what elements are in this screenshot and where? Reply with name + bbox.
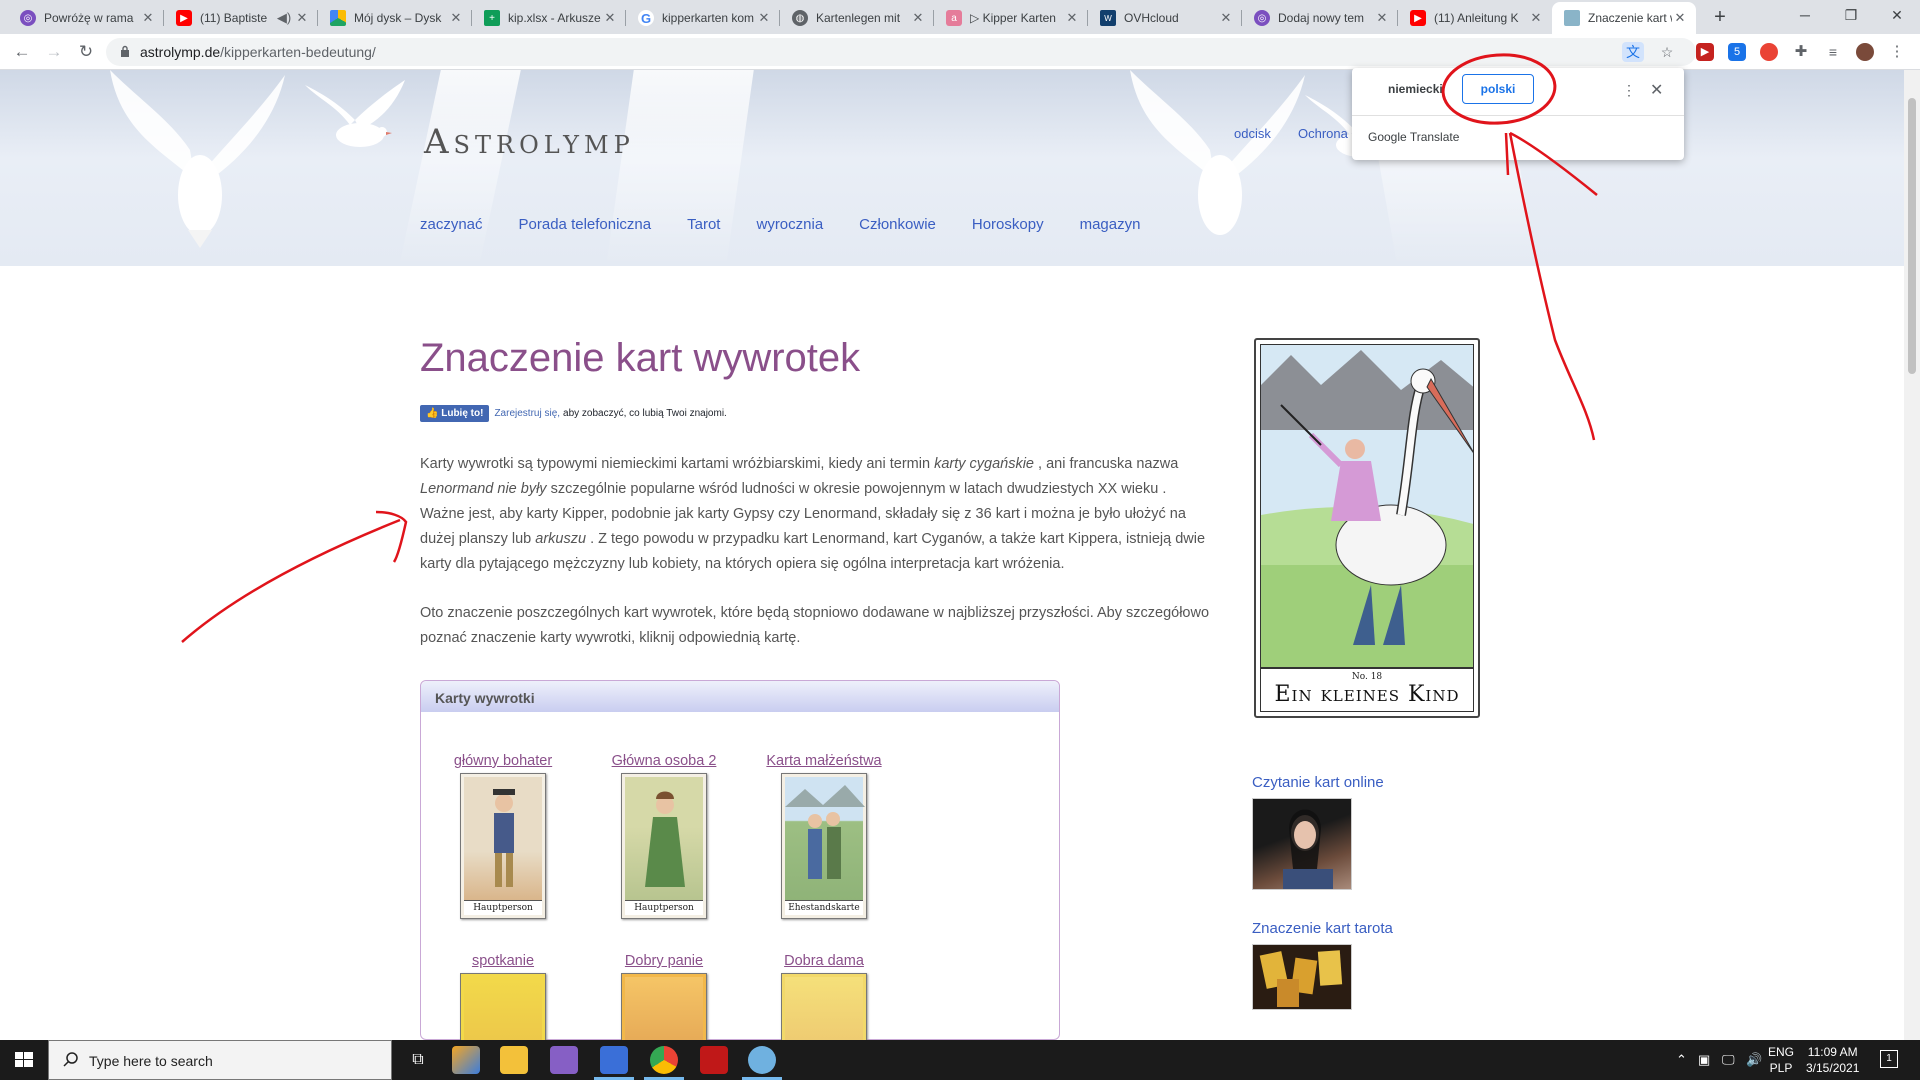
keyboard-layout: PLP [1769, 1061, 1793, 1075]
notification-count: 1 [1886, 1053, 1892, 1064]
app-icon[interactable] [700, 1046, 728, 1074]
task-view-icon[interactable]: ⧉ [404, 1046, 432, 1074]
meet-now-icon[interactable]: ▣ [1698, 1052, 1710, 1068]
search-icon [63, 1052, 78, 1067]
red-annotation-overlay [181, 53, 1598, 643]
clock-date: 3/15/2021 [1806, 1061, 1860, 1075]
red-circle-annotation [1441, 53, 1557, 125]
windows-logo-icon [15, 1052, 33, 1067]
visual-studio-icon[interactable] [550, 1046, 578, 1074]
app-icon[interactable] [748, 1046, 776, 1074]
lang-code: ENG [1768, 1045, 1795, 1059]
red-arrow-annotation [1508, 132, 1596, 441]
show-hidden-icons-icon[interactable]: ⌃ [1676, 1052, 1687, 1068]
notification-center-icon[interactable]: 1 [1880, 1050, 1898, 1068]
taskbar-search[interactable]: Type here to search [48, 1040, 392, 1080]
start-button[interactable] [0, 1040, 48, 1080]
network-icon[interactable]: 🖵 [1722, 1052, 1735, 1068]
file-explorer-icon[interactable] [500, 1046, 528, 1074]
windows-taskbar: Type here to search ⧉ ⌃ ▣ 🖵 🔊 ENG PLP 11:… [0, 1040, 1920, 1080]
volume-icon[interactable]: 🔊 [1746, 1052, 1762, 1068]
search-placeholder: Type here to search [89, 1053, 213, 1069]
app-icon[interactable] [600, 1046, 628, 1074]
clock[interactable]: 11:09 AM 3/15/2021 [1806, 1044, 1859, 1076]
chrome-icon[interactable] [650, 1046, 678, 1074]
clock-time: 11:09 AM [1807, 1045, 1858, 1059]
input-language-indicator[interactable]: ENG PLP [1768, 1044, 1794, 1076]
red-arrow-head [375, 510, 408, 563]
app-icon[interactable] [452, 1046, 480, 1074]
red-arrow-annotation [181, 518, 401, 643]
